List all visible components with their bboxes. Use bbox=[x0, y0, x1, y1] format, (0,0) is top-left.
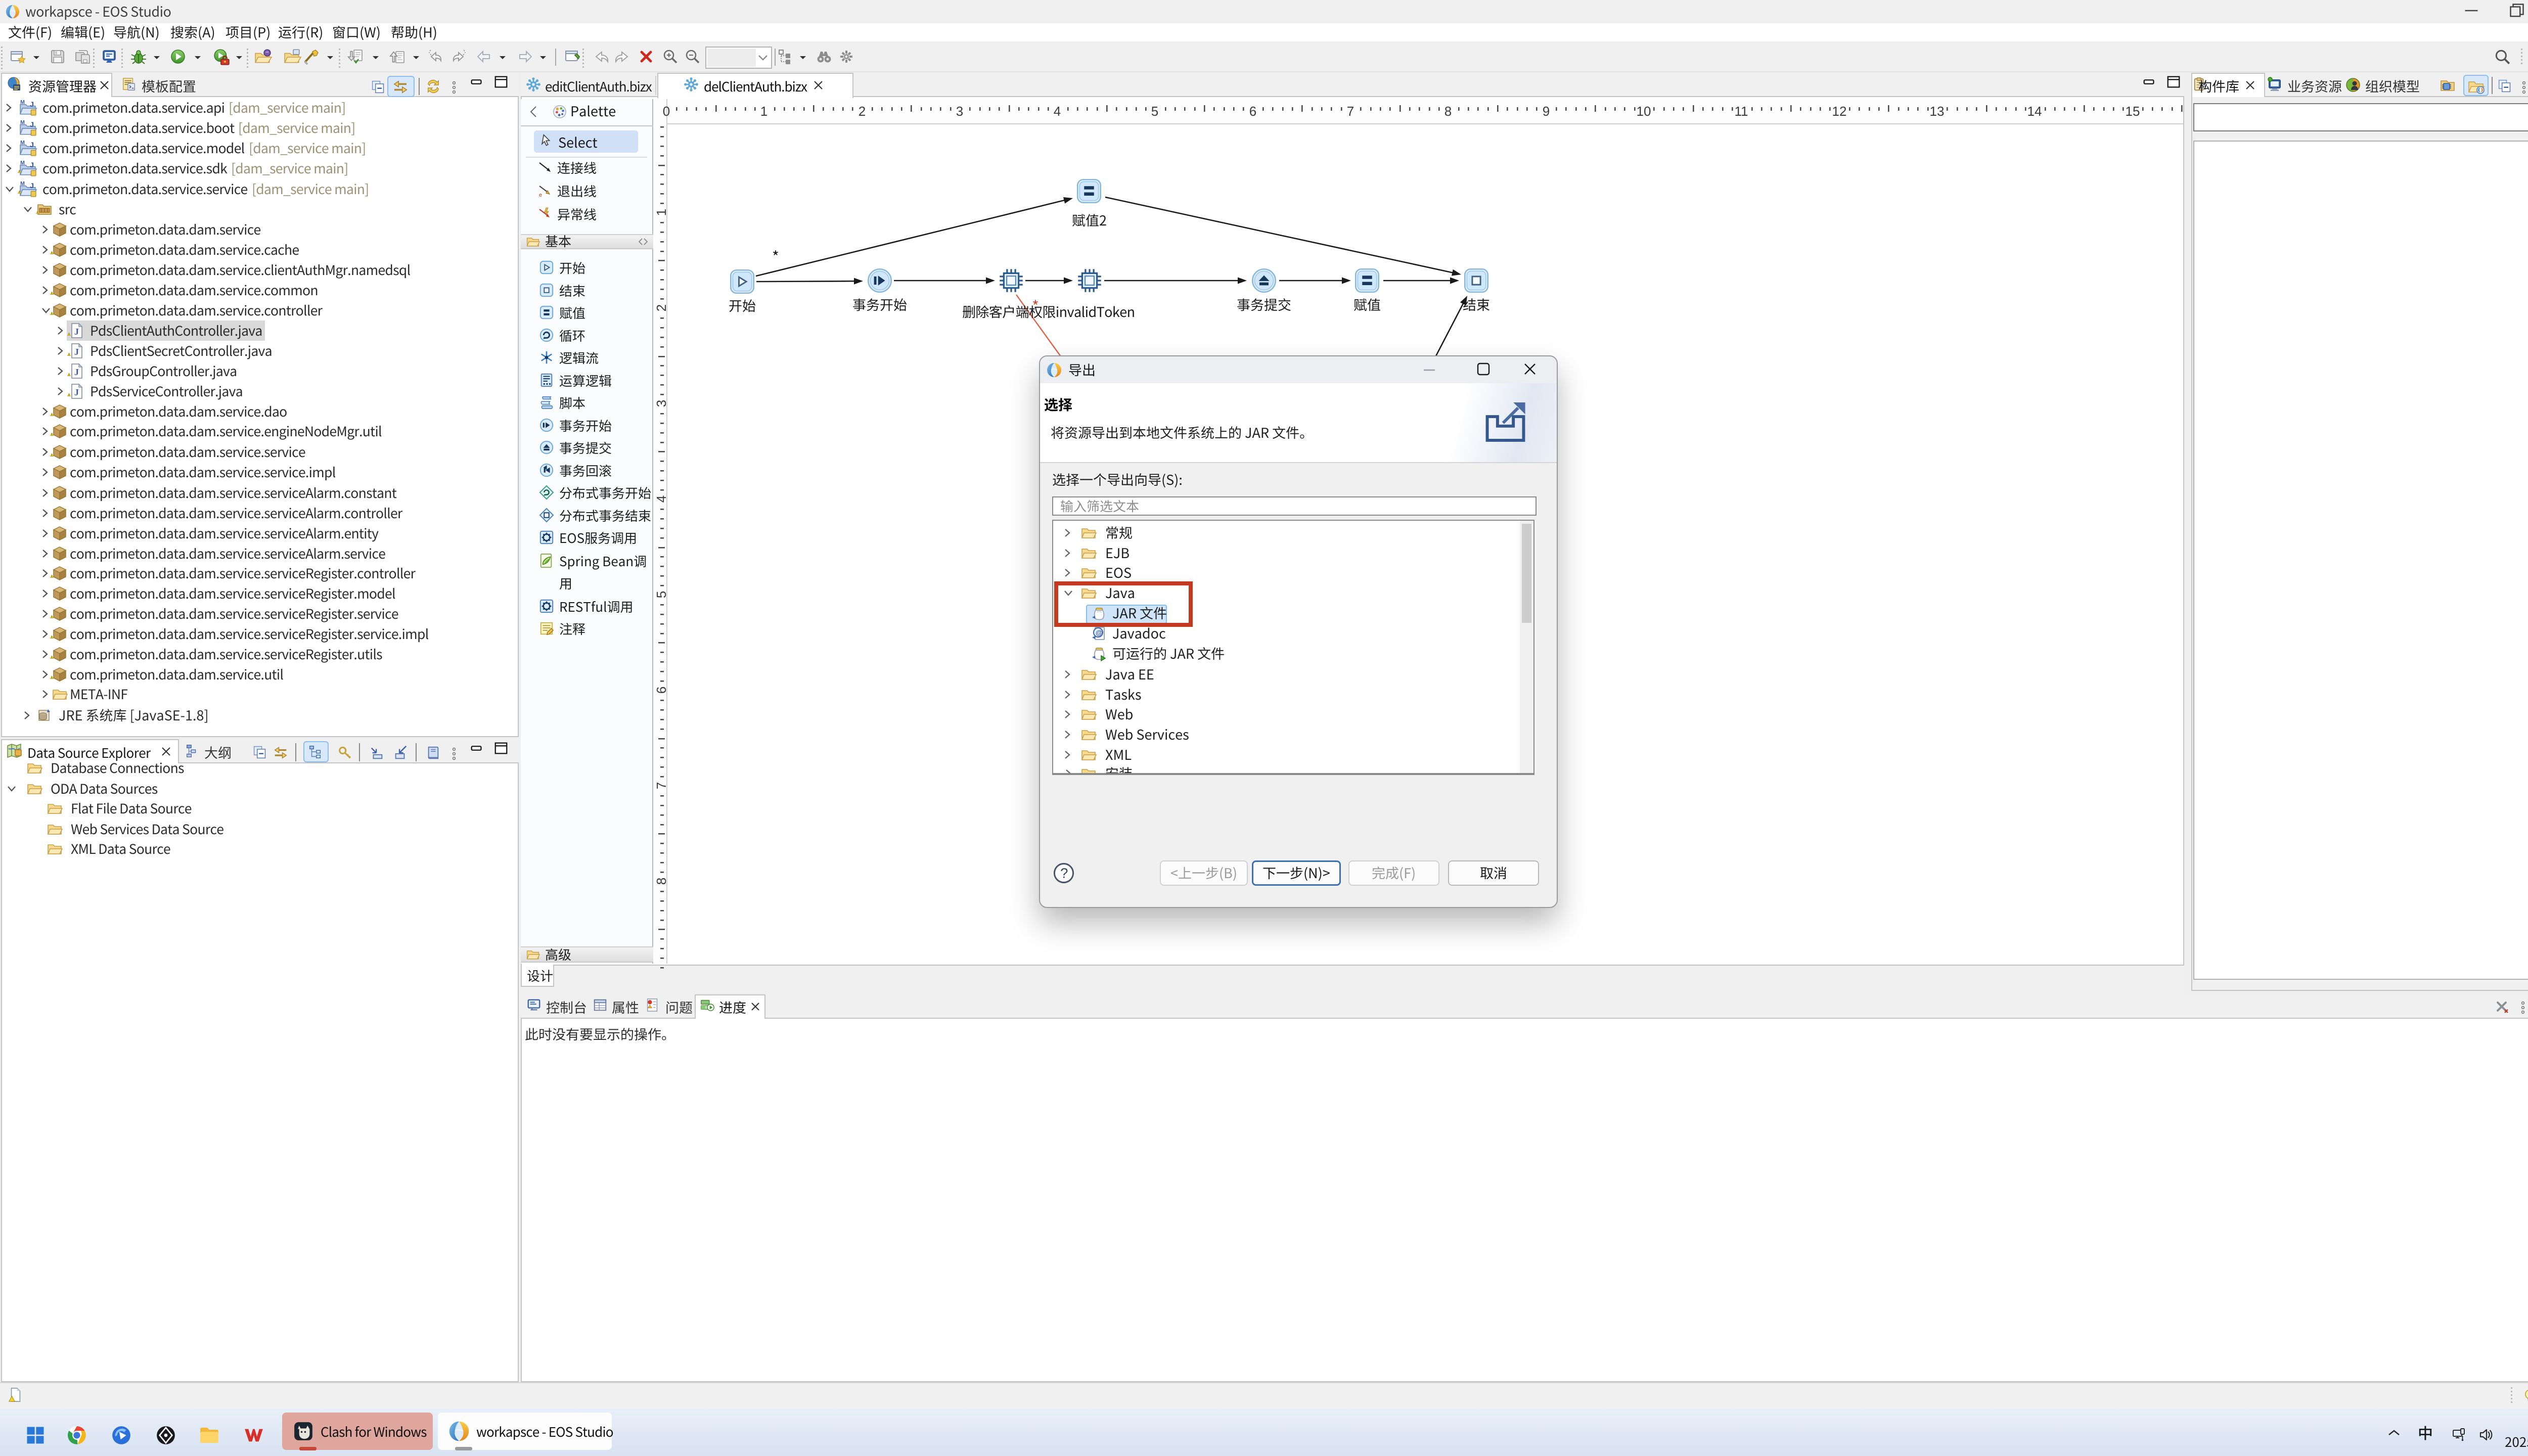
svg-text:?: ? bbox=[1060, 866, 1068, 881]
svg-text:@: @ bbox=[1096, 628, 1103, 636]
